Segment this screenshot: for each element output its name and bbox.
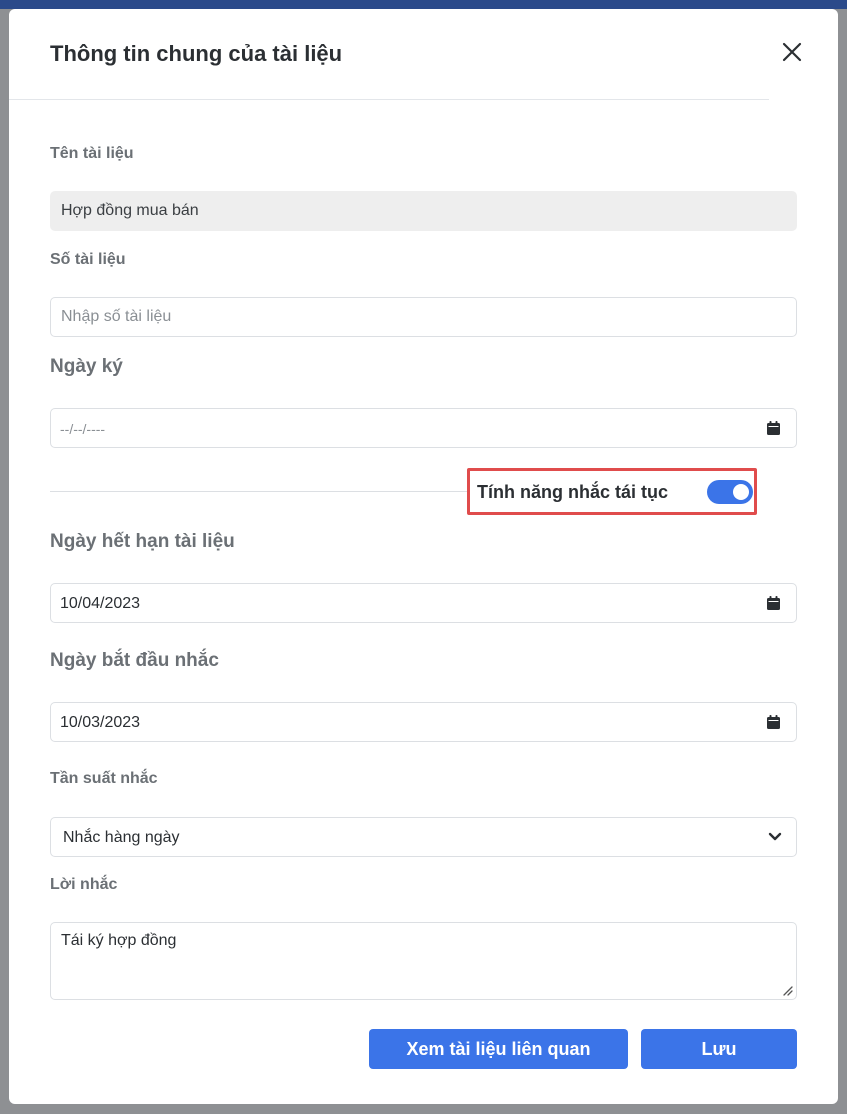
sign-date-placeholder: --/--/---- (60, 421, 106, 437)
view-related-documents-button[interactable]: Xem tài liệu liên quan (369, 1029, 628, 1069)
sign-date-label: Ngày ký (50, 356, 123, 377)
background-footer (245, 1104, 645, 1114)
doc-name-field (50, 191, 797, 231)
remind-start-value: 10/03/2023 (60, 714, 141, 731)
message-textarea[interactable]: Tái ký hợp đồng (50, 922, 797, 1000)
message-label: Lời nhắc (50, 876, 118, 893)
save-button[interactable]: Lưu (641, 1029, 797, 1069)
document-info-dialog: Thông tin chung của tài liệu Tên tài liệ… (9, 9, 838, 1104)
dialog-title: Thông tin chung của tài liệu (50, 41, 343, 66)
renewal-toggle[interactable] (707, 480, 753, 504)
renewal-toggle-label: Tính năng nhắc tái tục (477, 482, 669, 502)
doc-name-label: Tên tài liệu (50, 145, 134, 162)
remind-start-label: Ngày bắt đầu nhắc (50, 650, 219, 671)
header-divider (9, 99, 769, 100)
renewal-feature-highlight: Tính năng nhắc tái tục (467, 468, 757, 515)
doc-number-input[interactable] (50, 297, 797, 337)
expiry-date-input[interactable]: 10/04/2023 (50, 583, 797, 623)
calendar-icon[interactable] (767, 421, 780, 435)
frequency-selected: Nhắc hàng ngày (63, 829, 180, 846)
remind-start-input[interactable]: 10/03/2023 (50, 702, 797, 742)
background-header-strip (0, 0, 847, 9)
section-divider (50, 491, 470, 492)
sign-date-input[interactable]: --/--/---- (50, 408, 797, 448)
calendar-icon[interactable] (767, 715, 780, 729)
frequency-select[interactable]: Nhắc hàng ngày (50, 817, 797, 857)
frequency-label: Tần suất nhắc (50, 770, 158, 787)
close-icon[interactable] (779, 39, 805, 65)
expiry-date-label: Ngày hết hạn tài liệu (50, 531, 235, 552)
chevron-down-icon (768, 832, 782, 841)
calendar-icon[interactable] (767, 596, 780, 610)
toggle-knob (733, 484, 749, 500)
expiry-date-value: 10/04/2023 (60, 595, 141, 612)
doc-number-label: Số tài liệu (50, 251, 126, 268)
resize-handle-icon[interactable] (782, 985, 793, 996)
